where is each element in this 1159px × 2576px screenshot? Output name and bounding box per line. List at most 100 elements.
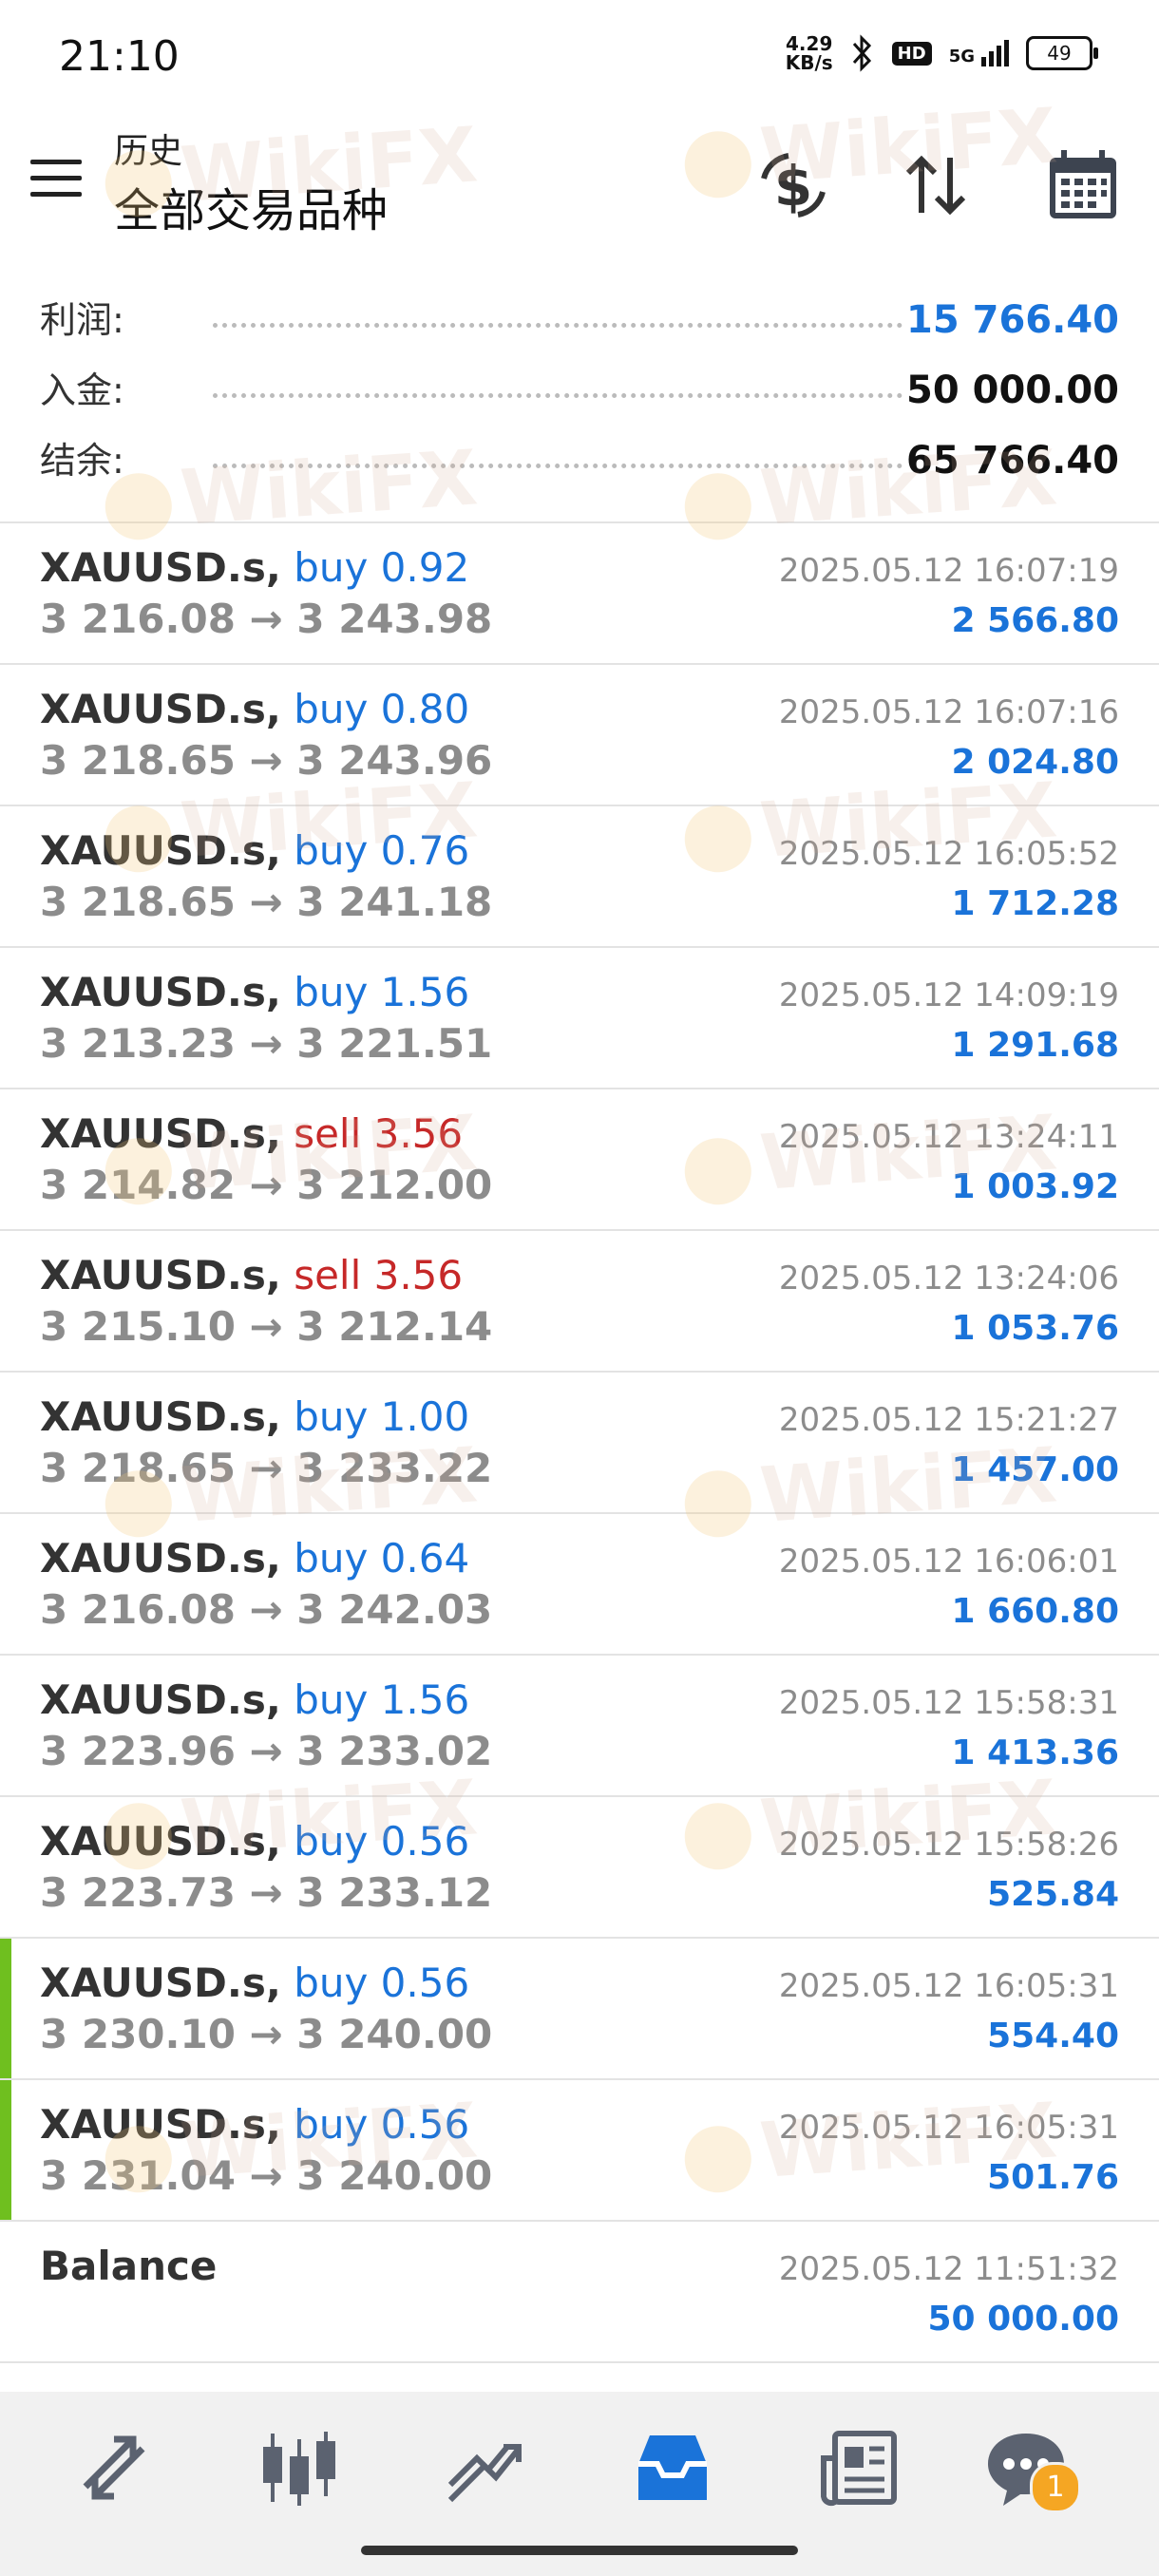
balance-value: 65 766.40 [906, 439, 1119, 483]
trade-time: 2025.05.12 14:09:19 [778, 976, 1119, 1014]
balance-label: 结余: [40, 440, 124, 482]
trade-profit: 2 024.80 [951, 743, 1119, 782]
notification-badge: 1 [1030, 2462, 1081, 2513]
trade-profit: 1 457.00 [951, 1450, 1119, 1489]
trade-side: buy 1.00 [294, 1393, 470, 1440]
trade-prices: 3 213.23 → 3 221.51 [40, 1020, 493, 1067]
news-icon[interactable] [812, 2420, 907, 2515]
balance-entry-row[interactable]: Balance 2025.05.12 11:51:32 50 000.00 [0, 2220, 1159, 2361]
trade-row[interactable]: XAUUSD.s, buy 0.56 3 231.04 → 3 240.00 2… [0, 2078, 1159, 2220]
dotted-leader [213, 393, 902, 398]
trade-symbol: XAUUSD.s, [40, 969, 281, 1015]
trade-symbol: XAUUSD.s, [40, 544, 281, 591]
profit-label: 利润: [40, 299, 124, 341]
dotted-leader [213, 464, 902, 468]
quotes-icon[interactable] [66, 2420, 162, 2515]
trade-row[interactable]: XAUUSD.s, buy 0.92 3 216.08 → 3 243.98 2… [0, 521, 1159, 663]
trade-symbol: XAUUSD.s, [40, 1818, 281, 1865]
trade-symbol: XAUUSD.s, [40, 1110, 281, 1157]
status-time: 21:10 [59, 32, 180, 81]
trade-prices: 3 216.08 → 3 242.03 [40, 1586, 493, 1633]
trade-row[interactable]: XAUUSD.s, sell 3.56 3 215.10 → 3 212.14 … [0, 1229, 1159, 1371]
trade-side: sell 3.56 [294, 1110, 464, 1157]
trade-symbol: XAUUSD.s, [40, 1535, 281, 1582]
deposit-label: 入金: [40, 369, 124, 411]
trade-profit: 525.84 [987, 1875, 1119, 1914]
trade-symbol: XAUUSD.s, [40, 686, 281, 732]
trade-prices: 3 223.73 → 3 233.12 [40, 1869, 493, 1916]
deposit-value: 50 000.00 [906, 369, 1119, 412]
trade-time: 2025.05.12 13:24:11 [778, 1118, 1119, 1156]
trade-row[interactable]: XAUUSD.s, buy 0.76 3 218.65 → 3 241.18 2… [0, 805, 1159, 946]
trade-side: buy 1.56 [294, 1676, 470, 1723]
balance-entry-amount: 50 000.00 [927, 2300, 1119, 2339]
signal-icon: 5G [949, 40, 1009, 66]
page-title[interactable]: 全部交易品种 [114, 173, 388, 239]
trade-row[interactable]: XAUUSD.s, buy 0.56 3 223.73 → 3 233.12 2… [0, 1795, 1159, 1937]
trade-profit: 1 291.68 [951, 1026, 1119, 1065]
trade-side: buy 0.92 [294, 544, 470, 591]
trade-row[interactable]: XAUUSD.s, buy 1.56 3 213.23 → 3 221.51 2… [0, 946, 1159, 1088]
trade-row[interactable]: XAUUSD.s, sell 3.56 3 214.82 → 3 212.00 … [0, 1088, 1159, 1229]
trade-side: buy 0.80 [294, 686, 470, 732]
trade-prices: 3 218.65 → 3 233.22 [40, 1445, 493, 1491]
balance-row: 结余: 65 766.40 [0, 426, 1159, 496]
trade-row[interactable]: XAUUSD.s, buy 0.80 3 218.65 → 3 243.96 2… [0, 663, 1159, 805]
trade-prices: 3 223.96 → 3 233.02 [40, 1728, 493, 1774]
trade-prices: 3 215.10 → 3 212.14 [40, 1303, 493, 1350]
trade-time: 2025.05.12 16:05:31 [778, 1967, 1119, 2005]
profit-row: 利润: 15 766.40 [0, 285, 1159, 355]
calendar-icon[interactable] [1040, 142, 1126, 228]
trade-history-list: XAUUSD.s, buy 0.92 3 216.08 → 3 243.98 2… [0, 521, 1159, 2363]
trade-prices: 3 218.65 → 3 241.18 [40, 879, 493, 925]
currency-exchange-icon[interactable]: $ [750, 142, 836, 228]
trade-time: 2025.05.12 15:21:27 [778, 1401, 1119, 1439]
trade-row[interactable]: XAUUSD.s, buy 0.56 3 230.10 → 3 240.00 2… [0, 1937, 1159, 2078]
trade-symbol: XAUUSD.s, [40, 1676, 281, 1723]
deposit-row: 入金: 50 000.00 [0, 355, 1159, 426]
trade-profit: 1 413.36 [951, 1733, 1119, 1772]
trade-row[interactable]: XAUUSD.s, buy 0.64 3 216.08 → 3 242.03 2… [0, 1512, 1159, 1654]
trade-profit: 1 003.92 [951, 1167, 1119, 1206]
trade-prices: 3 231.04 → 3 240.00 [40, 2152, 493, 2199]
trade-time: 2025.05.12 15:58:26 [778, 1826, 1119, 1864]
list-divider [0, 2361, 1159, 2363]
page-subtitle: 历史 [114, 132, 183, 171]
trade-symbol: XAUUSD.s, [40, 1252, 281, 1298]
trade-row[interactable]: XAUUSD.s, buy 1.00 3 218.65 → 3 233.22 2… [0, 1371, 1159, 1512]
trade-profit: 1 712.28 [951, 884, 1119, 923]
trade-time: 2025.05.12 13:24:06 [778, 1260, 1119, 1297]
trade-side: buy 0.56 [294, 2101, 470, 2148]
trade-icon[interactable] [437, 2420, 532, 2515]
trade-profit: 501.76 [987, 2158, 1119, 2197]
battery-icon: 49 [1026, 36, 1098, 70]
trade-profit: 1 660.80 [951, 1592, 1119, 1631]
trade-row[interactable]: XAUUSD.s, buy 1.56 3 223.96 → 3 233.02 2… [0, 1654, 1159, 1795]
trade-symbol: XAUUSD.s, [40, 2101, 281, 2148]
profit-value: 15 766.40 [906, 298, 1119, 342]
trade-profit: 2 566.80 [951, 601, 1119, 640]
trade-prices: 3 214.82 → 3 212.00 [40, 1162, 493, 1208]
trade-profit: 554.40 [987, 2017, 1119, 2055]
trade-side: sell 3.56 [294, 1252, 464, 1298]
chart-icon[interactable] [252, 2420, 347, 2515]
trade-time: 2025.05.12 16:05:52 [778, 835, 1119, 873]
menu-icon[interactable] [30, 160, 82, 198]
trade-time: 2025.05.12 15:58:31 [778, 1684, 1119, 1722]
trade-side: buy 0.76 [294, 827, 470, 874]
balance-entry-label: Balance [40, 2243, 218, 2289]
trade-time: 2025.05.12 16:07:19 [778, 552, 1119, 590]
hd-badge: HD [891, 41, 932, 66]
trade-symbol: XAUUSD.s, [40, 827, 281, 874]
messages-icon[interactable]: 1 [978, 2420, 1081, 2515]
trade-profit: 1 053.76 [951, 1309, 1119, 1348]
summary-panel: 利润: 15 766.40 入金: 50 000.00 结余: 65 766.4… [0, 285, 1159, 518]
home-indicator[interactable] [361, 2546, 798, 2555]
sort-icon[interactable] [893, 142, 978, 228]
trade-prices: 3 216.08 → 3 243.98 [40, 596, 493, 642]
history-icon[interactable] [625, 2420, 720, 2515]
trade-side: buy 0.56 [294, 1818, 470, 1865]
trade-prices: 3 230.10 → 3 240.00 [40, 2011, 493, 2057]
status-icons: 4.29 KB/s HD 5G 49 [786, 34, 1098, 72]
app-header: 历史 全部交易品种 $ [0, 114, 1159, 275]
